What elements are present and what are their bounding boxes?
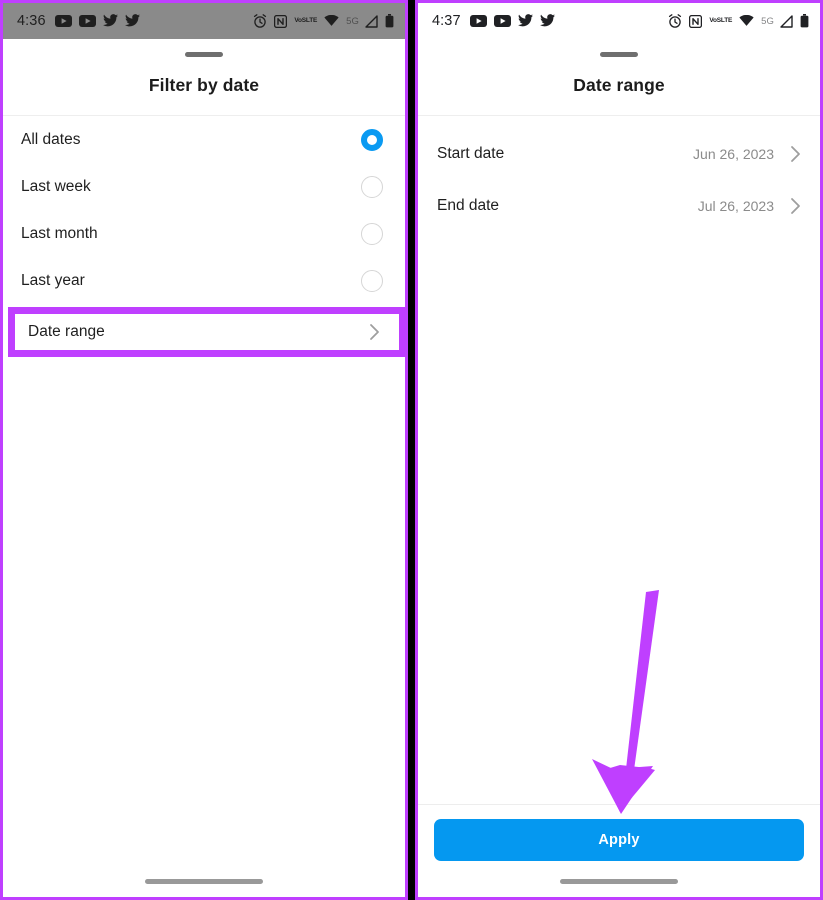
end-date-label: End date (437, 197, 500, 214)
battery-icon (385, 14, 394, 28)
nfc-icon (274, 14, 288, 28)
network-type-label: 5G (346, 15, 359, 27)
chevron-right-icon (790, 197, 801, 215)
wifi-icon (739, 15, 754, 27)
end-date-value: Jul 26, 2023 (697, 198, 774, 214)
home-indicator (145, 879, 263, 884)
radio-button-all-dates[interactable] (361, 128, 383, 151)
twitter-icon (124, 14, 140, 28)
sheet-grabber-handle[interactable] (600, 52, 638, 57)
option-row-all-dates[interactable]: All dates (3, 116, 405, 163)
twitter-icon (539, 14, 555, 28)
signal-icon (779, 14, 793, 28)
home-indicator (560, 879, 678, 884)
right-bottom-sheet: Date range Start date Jun 26, 2023 End d… (418, 39, 820, 897)
row-end-date[interactable]: End date Jul 26, 2023 (418, 180, 820, 232)
start-date-label: Start date (437, 145, 505, 162)
battery-icon (800, 14, 809, 28)
status-bar-system-icons: VoS LTE 5G (253, 14, 394, 28)
youtube-icon (493, 15, 511, 27)
youtube-icon (54, 15, 72, 27)
option-label: Last month (21, 224, 98, 242)
option-row-last-year[interactable]: Last year (3, 257, 405, 304)
network-type-label: 5G (761, 15, 774, 27)
sheet-grabber-handle[interactable] (185, 52, 223, 57)
radio-button-last-month[interactable] (361, 222, 383, 245)
wifi-icon (324, 15, 339, 27)
left-phone-panel: 4:36 VoS LTE 5G Filter by date All dates… (0, 0, 408, 900)
option-row-date-range[interactable]: Date range (15, 314, 399, 350)
row-start-date[interactable]: Start date Jun 26, 2023 (418, 128, 820, 180)
highlight-box-date-range: Date range (8, 307, 405, 357)
twitter-icon (517, 14, 533, 28)
right-phone-panel: 4:37 VoS LTE 5G Date range Start date Ju… (415, 0, 823, 900)
radio-button-last-year[interactable] (361, 269, 383, 292)
sheet-title-divider (418, 115, 820, 116)
status-bar-notification-icons (54, 14, 140, 28)
youtube-icon (78, 15, 96, 27)
nfc-icon (689, 14, 703, 28)
left-sheet-title: Filter by date (148, 75, 260, 95)
option-row-last-week[interactable]: Last week (3, 163, 405, 210)
status-bar-time: 4:36 (17, 12, 46, 29)
volte-icon: VoS LTE (709, 17, 733, 24)
apply-button[interactable]: Apply (434, 819, 804, 861)
screenshot-root: 4:36 VoS LTE 5G Filter by date All dates… (0, 0, 823, 900)
chevron-right-icon (369, 323, 380, 341)
start-date-value: Jun 26, 2023 (693, 146, 774, 162)
youtube-icon (469, 15, 487, 27)
left-status-bar: 4:36 VoS LTE 5G (3, 3, 405, 39)
option-label: Last week (21, 177, 91, 195)
alarm-icon (668, 14, 682, 28)
option-label: Date range (28, 323, 105, 340)
chevron-right-icon (790, 145, 801, 163)
status-bar-time: 4:37 (432, 12, 461, 29)
option-label: Last year (21, 271, 85, 289)
alarm-icon (253, 14, 267, 28)
twitter-icon (102, 14, 118, 28)
signal-icon (364, 14, 378, 28)
right-sheet-title: Date range (573, 75, 665, 95)
option-row-last-month[interactable]: Last month (3, 210, 405, 257)
volte-icon: VoS LTE (294, 17, 318, 24)
left-bottom-sheet: Filter by date All dates Last week Last … (3, 39, 405, 897)
status-bar-notification-icons (469, 14, 555, 28)
radio-button-last-week[interactable] (361, 175, 383, 198)
right-status-bar: 4:37 VoS LTE 5G (418, 3, 820, 39)
status-bar-system-icons: VoS LTE 5G (668, 14, 809, 28)
option-label: All dates (21, 130, 81, 148)
bottom-bar-divider (418, 804, 820, 805)
